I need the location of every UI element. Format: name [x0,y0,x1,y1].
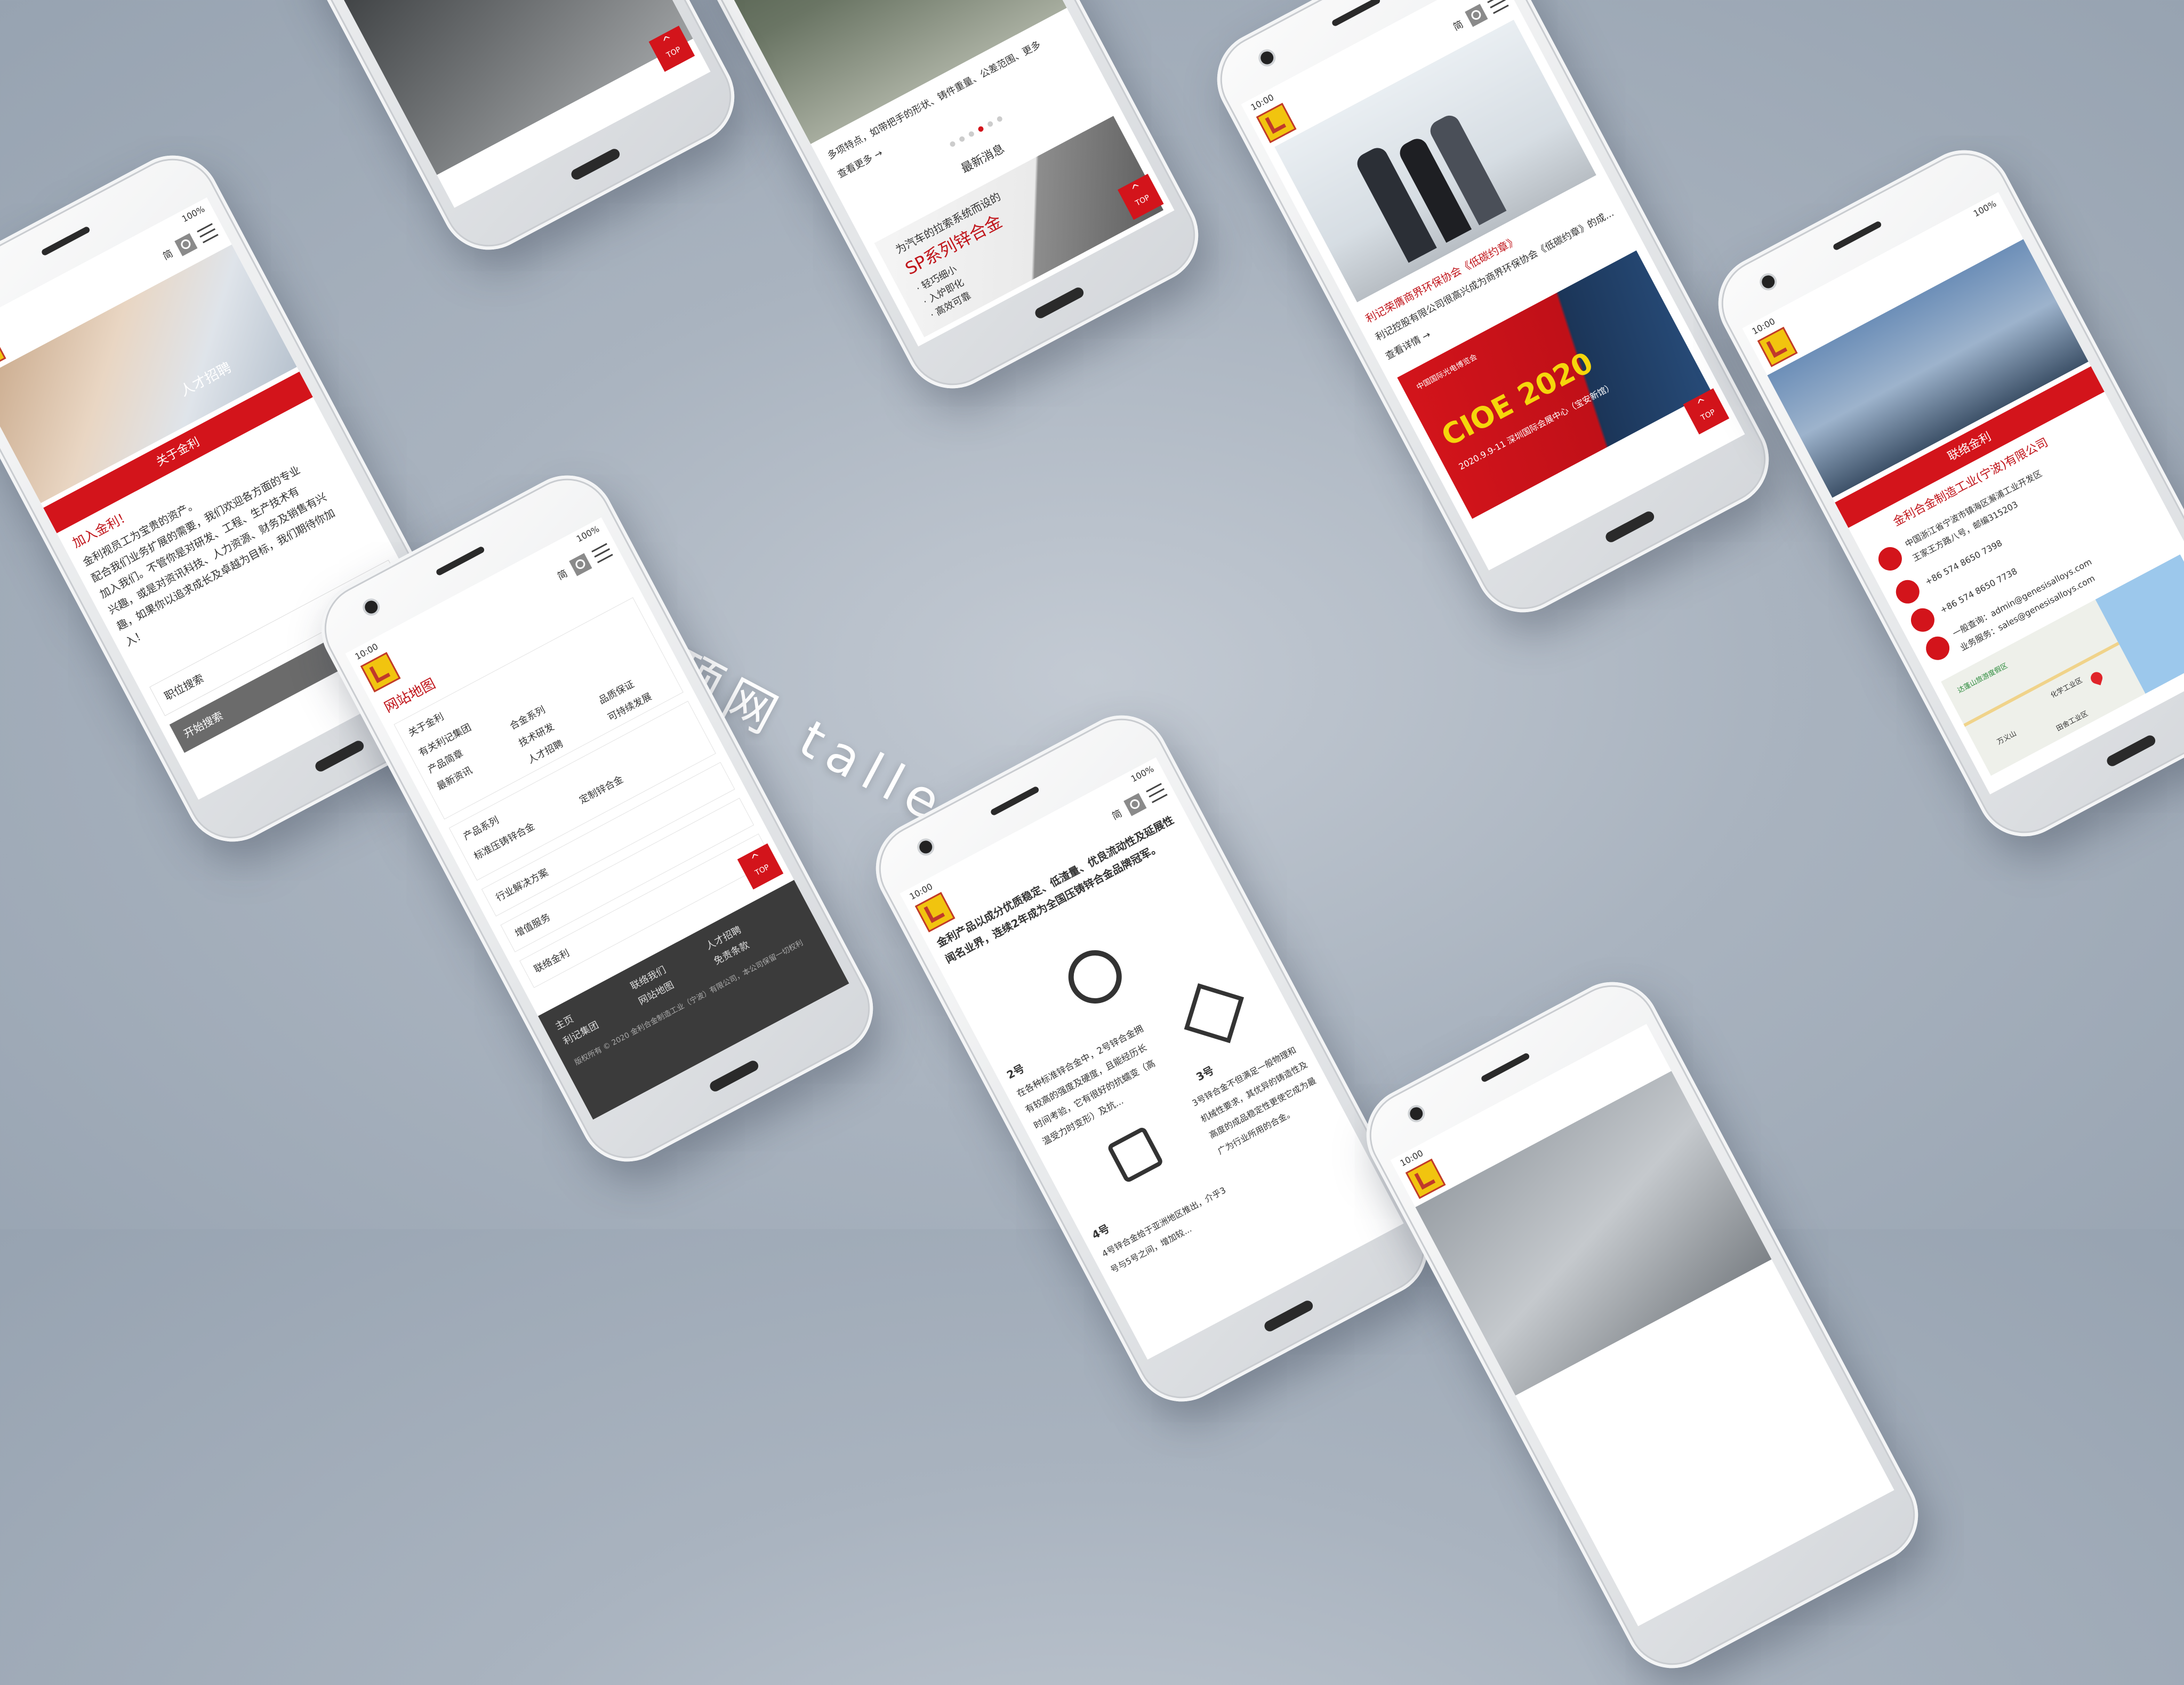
job-search-label: 职位搜索 [162,671,206,703]
search-icon[interactable] [174,233,198,256]
location-icon [1874,543,1906,575]
menu-icon[interactable] [197,223,219,244]
carousel-dot-active[interactable] [977,125,985,133]
language-switch[interactable]: 简 [160,246,175,263]
search-icon[interactable] [1123,793,1147,816]
carousel-dot[interactable] [958,135,966,143]
banner-tag: 人才招聘 [178,359,235,400]
menu-icon[interactable] [1487,0,1509,14]
sitemap-services[interactable]: 增值服务 [512,910,553,940]
alloy-2-icon [1059,941,1131,1013]
menu-icon[interactable] [591,543,613,564]
machinery-photo [1415,1071,1772,1396]
carousel-dot[interactable] [968,130,975,138]
mail-icon [1922,632,1954,664]
sitemap-solutions[interactable]: 行业解决方案 [493,865,551,904]
language-switch[interactable]: 简 [1109,806,1124,823]
carousel-dot[interactable] [949,140,957,148]
map-label: 万义山 [1996,729,2018,747]
search-icon[interactable] [569,553,592,576]
language-switch[interactable]: 简 [555,566,569,583]
phone-partial-top-left: TOP [166,0,751,267]
carousel-dot[interactable] [996,115,1003,123]
search-icon[interactable] [1465,4,1488,27]
phone-partial-bottom-right: 10:00 [1350,965,1935,1685]
map-label: 达蓬山旅游度假区 [1956,662,2009,695]
alloy-4-icon [1106,1126,1165,1184]
map-pin-icon[interactable] [2089,670,2104,686]
fax-icon [1907,604,1939,636]
sitemap-link[interactable]: 定制锌合金 [576,772,625,807]
sitemap-contact[interactable]: 联络金利 [531,945,572,976]
carousel-dot[interactable] [986,120,994,128]
phone-alloys: 10:00 100% 简 金利产品以成分优质稳定、低渣量、优良流动性及延展性闻名… [859,698,1444,1419]
phone-sitemap: 10:00 100% 简 网站地图 关于金利 有关利记集团 产品简章 合金系列 … [304,458,890,1179]
alloy-3-icon [1184,983,1244,1044]
phone-contact: 10:00 100% 联络金利 金利合金制造工业(宁波)有限公司 中国浙江省宁波… [1701,133,2184,854]
map-label: 田舍工业区 [2055,709,2090,733]
cioe-small: 中国国际光电博览会 [1415,352,1479,392]
phone-news: 10:00 100% 简 利记荣膺商界环保协会《低碳约章》 利记控股有限公司很高… [1200,0,1786,630]
phone-icon [1892,576,1924,608]
language-switch[interactable]: 简 [1450,17,1465,34]
map-road [1963,641,2119,727]
menu-icon[interactable] [1146,783,1168,804]
